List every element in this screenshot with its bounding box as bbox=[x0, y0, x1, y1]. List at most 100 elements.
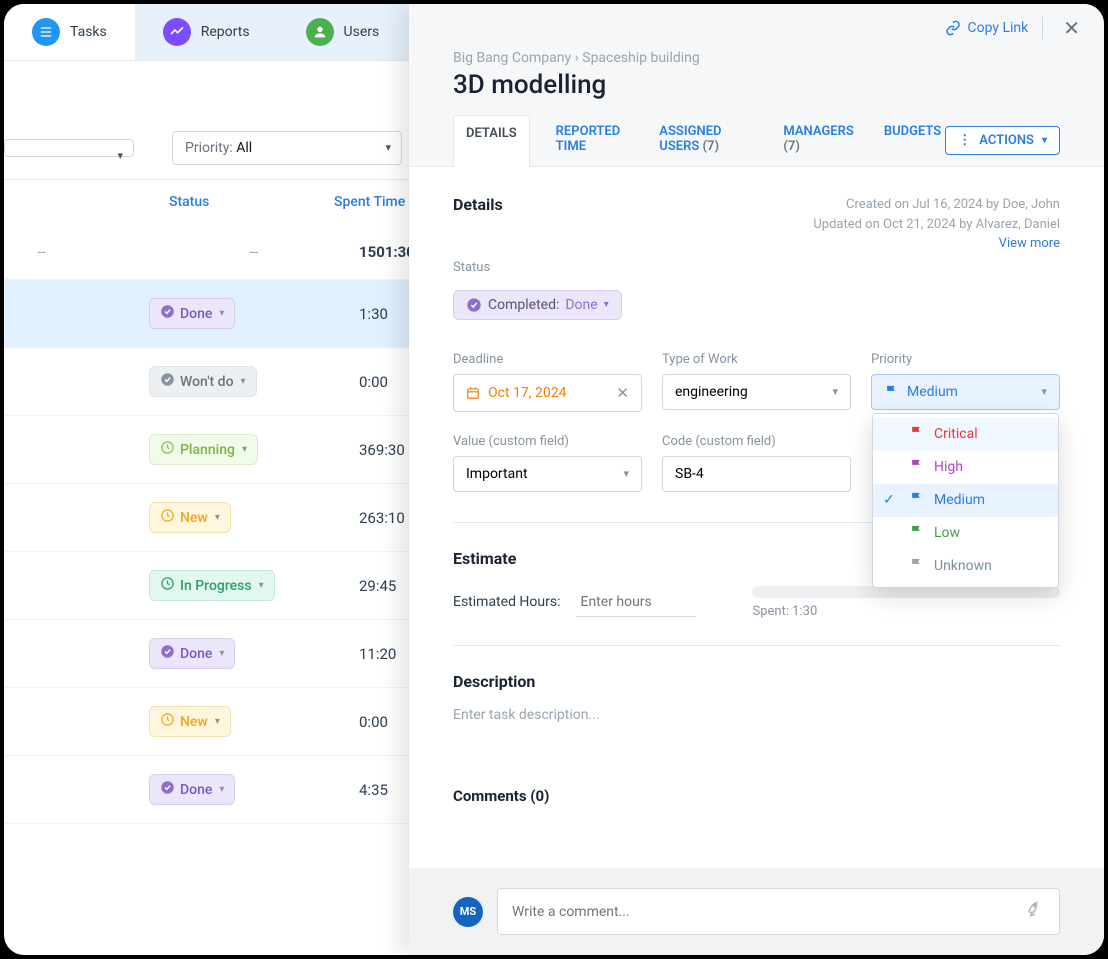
status-icon bbox=[160, 372, 175, 391]
divider bbox=[1042, 17, 1043, 39]
nav-tab-label: Reports bbox=[201, 24, 250, 40]
tab-assigned-users[interactable]: ASSIGNED USERS (7) bbox=[655, 114, 757, 166]
chevron-down-icon: ▾ bbox=[259, 580, 264, 591]
value-value: Important bbox=[466, 466, 528, 482]
priority-option-low[interactable]: Low bbox=[873, 517, 1058, 550]
status-value: Done bbox=[565, 297, 597, 313]
status-pill[interactable]: In Progress ▾ bbox=[149, 570, 275, 601]
code-label: Code (custom field) bbox=[662, 434, 851, 449]
tab-managers-label: MANAGERS bbox=[783, 124, 853, 139]
link-icon bbox=[945, 20, 961, 36]
tab-managers-count: (7) bbox=[783, 139, 800, 154]
breadcrumbs: Big Bang Company › Spaceship building bbox=[409, 42, 1104, 68]
breadcrumb-1[interactable]: Big Bang Company bbox=[453, 50, 571, 66]
status-text: Done bbox=[180, 306, 212, 322]
tab-budgets[interactable]: BUDGETS bbox=[880, 114, 945, 166]
status-pill[interactable]: Done▾ bbox=[149, 774, 235, 805]
status-text: New bbox=[180, 510, 208, 526]
deadline-input[interactable]: Oct 17, 2024 ✕ bbox=[453, 374, 642, 412]
tab-details[interactable]: DETAILS bbox=[453, 115, 530, 167]
copy-link-label: Copy Link bbox=[967, 20, 1028, 36]
tasks-icon bbox=[32, 18, 60, 46]
totals-empty2: -- bbox=[79, 242, 359, 261]
deadline-value: Oct 17, 2024 bbox=[488, 385, 566, 401]
status-icon bbox=[160, 508, 175, 527]
filter-dropdown-1[interactable] bbox=[4, 139, 134, 157]
meta-info: Created on Jul 16, 2024 by Doe, John Upd… bbox=[813, 195, 1060, 254]
status-text: Done bbox=[180, 646, 212, 662]
priority-label: Priority bbox=[871, 352, 1060, 367]
deadline-field: Deadline Oct 17, 2024 ✕ bbox=[453, 352, 642, 412]
reports-icon bbox=[163, 18, 191, 46]
send-icon[interactable] bbox=[1025, 899, 1045, 924]
nav-tab-users[interactable]: Users bbox=[278, 4, 408, 60]
copy-link-button[interactable]: Copy Link bbox=[945, 20, 1028, 36]
value-select[interactable]: Important ▾ bbox=[453, 456, 642, 492]
chevron-down-icon: ▾ bbox=[219, 784, 224, 795]
tab-managers[interactable]: MANAGERS (7) bbox=[779, 114, 857, 166]
flag-icon bbox=[909, 425, 924, 444]
comment-bar: MS bbox=[409, 868, 1104, 955]
status-text: Planning bbox=[180, 442, 235, 458]
status-pill[interactable]: Planning▾ bbox=[149, 434, 258, 465]
filter-priority-label: Priority: bbox=[185, 140, 233, 156]
priority-option-critical[interactable]: Critical bbox=[873, 418, 1058, 451]
status-pill[interactable]: New ▾ bbox=[149, 706, 231, 737]
status-icon bbox=[160, 576, 175, 595]
flag-icon bbox=[884, 384, 899, 399]
comments-title: Comments (0) bbox=[453, 787, 1060, 805]
status-chip[interactable]: Completed: Done ▾ bbox=[453, 290, 622, 320]
description-input[interactable]: Enter task description... bbox=[453, 707, 1060, 783]
breadcrumb-2[interactable]: Spaceship building bbox=[582, 50, 700, 66]
nav-tab-tasks[interactable]: Tasks bbox=[4, 4, 135, 60]
nav-tab-label: Tasks bbox=[70, 24, 107, 40]
status-pill[interactable]: Won't do▾ bbox=[149, 366, 257, 397]
view-more-link[interactable]: View more bbox=[813, 234, 1060, 254]
status-pill[interactable]: Done ▾ bbox=[149, 298, 235, 329]
status-state: Completed: bbox=[488, 297, 559, 313]
estimated-hours-label: Estimated Hours: bbox=[453, 594, 560, 610]
status-pill[interactable]: Done ▾ bbox=[149, 638, 235, 669]
estimated-hours-input[interactable] bbox=[576, 588, 696, 617]
detail-tabs-row: DETAILS REPORTED TIME ASSIGNED USERS (7)… bbox=[409, 114, 1104, 167]
status-text: New bbox=[180, 714, 208, 730]
deadline-label: Deadline bbox=[453, 352, 642, 367]
chevron-down-icon: ▾ bbox=[1042, 135, 1047, 146]
nav-tab-reports[interactable]: Reports bbox=[135, 4, 278, 60]
check-circle-icon bbox=[466, 297, 482, 313]
col-status-header[interactable]: Status bbox=[4, 194, 334, 210]
status-text: In Progress bbox=[180, 578, 252, 594]
created-line: Created on Jul 16, 2024 by Doe, John bbox=[813, 195, 1060, 215]
type-label: Type of Work bbox=[662, 352, 851, 367]
code-input[interactable]: SB-4 bbox=[662, 456, 851, 492]
priority-select[interactable]: Medium ▾ CriticalHigh✓MediumLowUnknown bbox=[871, 374, 1060, 410]
priority-option-medium[interactable]: ✓Medium bbox=[873, 484, 1058, 517]
nav-tab-label: Users bbox=[344, 24, 380, 40]
progress-wrap: Spent: 1:30 bbox=[712, 586, 1060, 619]
status-label: Status bbox=[453, 260, 1060, 275]
status-icon bbox=[160, 712, 175, 731]
estimate-row: Estimated Hours: Spent: 1:30 bbox=[453, 586, 1060, 646]
type-select[interactable]: engineering ▾ bbox=[662, 374, 851, 410]
chevron-down-icon: ▾ bbox=[215, 716, 220, 727]
status-pill[interactable]: New▾ bbox=[149, 502, 231, 533]
chevron-down-icon: ▾ bbox=[832, 385, 838, 398]
value-label: Value (custom field) bbox=[453, 434, 642, 449]
close-button[interactable]: ✕ bbox=[1057, 14, 1086, 42]
priority-option-label: High bbox=[934, 459, 963, 475]
priority-option-unknown[interactable]: Unknown bbox=[873, 550, 1058, 583]
tab-reported-time[interactable]: REPORTED TIME bbox=[552, 114, 634, 166]
task-title: 3D modelling bbox=[409, 68, 1104, 114]
chevron-down-icon: ▾ bbox=[1041, 385, 1047, 398]
comment-input-wrap bbox=[497, 888, 1060, 935]
comment-input[interactable] bbox=[512, 904, 1025, 920]
type-value: engineering bbox=[675, 384, 748, 400]
priority-option-high[interactable]: High bbox=[873, 451, 1058, 484]
actions-button[interactable]: ⋮ ACTIONS ▾ bbox=[945, 126, 1060, 155]
clear-deadline-button[interactable]: ✕ bbox=[616, 384, 629, 402]
chevron-down-icon: ▾ bbox=[219, 648, 224, 659]
chevron-down-icon: ▾ bbox=[219, 308, 224, 319]
filter-priority-dropdown[interactable]: Priority: All bbox=[172, 131, 402, 165]
code-value: SB-4 bbox=[675, 466, 704, 482]
details-title: Details bbox=[453, 195, 503, 214]
